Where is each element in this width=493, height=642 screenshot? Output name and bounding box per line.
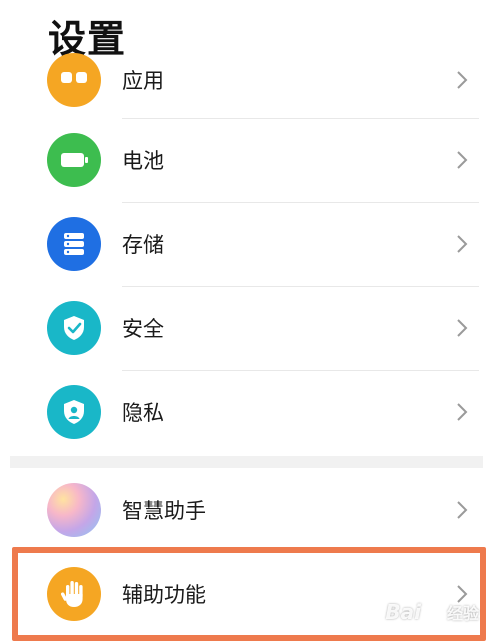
- settings-item-label: 智慧助手: [122, 499, 206, 523]
- battery-icon: [47, 133, 101, 187]
- settings-item-label: 隐私: [122, 401, 164, 425]
- settings-item-battery[interactable]: 电池: [0, 118, 493, 202]
- chevron-right-icon: [457, 235, 468, 253]
- chevron-right-icon: [457, 403, 468, 421]
- chevron-right-icon: [457, 501, 468, 519]
- settings-screen: 设置 应用 电池 存储 安全 隐私 智慧助手 辅助功能 Bai 经验: [0, 0, 493, 642]
- chevron-right-icon: [457, 71, 468, 89]
- highlight-box: [12, 547, 486, 641]
- watermark-text: Bai: [385, 600, 421, 624]
- chevron-right-icon: [457, 319, 468, 337]
- settings-item-label: 安全: [122, 317, 164, 341]
- apps-icon: [47, 53, 101, 107]
- paw-icon: [426, 602, 442, 621]
- settings-item-label: 应用: [122, 69, 164, 93]
- privacy-shield-icon: [47, 385, 101, 439]
- section-separator: [10, 456, 483, 468]
- smart-assistant-icon: [47, 483, 101, 537]
- shield-check-icon: [47, 301, 101, 355]
- storage-icon: [47, 217, 101, 271]
- settings-item-label: 存储: [122, 233, 164, 257]
- watermark-suffix: 经验: [446, 604, 479, 623]
- settings-item-privacy[interactable]: 隐私: [0, 370, 493, 454]
- settings-item-smart-assistant[interactable]: 智慧助手: [0, 468, 493, 552]
- settings-item-storage[interactable]: 存储: [0, 202, 493, 286]
- baidu-watermark: Bai 经验: [385, 600, 479, 624]
- chevron-right-icon: [457, 151, 468, 169]
- settings-item-label: 电池: [122, 149, 164, 173]
- settings-item-apps[interactable]: 应用: [0, 38, 493, 122]
- settings-item-security[interactable]: 安全: [0, 286, 493, 370]
